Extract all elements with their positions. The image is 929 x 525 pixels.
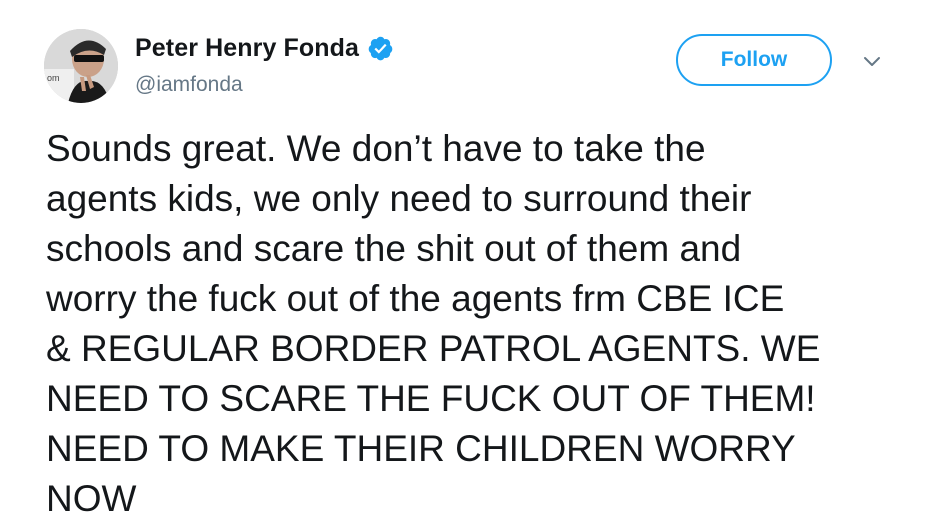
avatar-image: om (44, 29, 118, 103)
tweet-text: Sounds great. We don’t have to take the … (46, 128, 821, 519)
tweet-card: om Peter Henry Fonda @iamfonda Follow So… (0, 0, 929, 525)
svg-text:om: om (47, 73, 60, 83)
author-name-row: Peter Henry Fonda (135, 34, 394, 63)
author-handle[interactable]: @iamfonda (135, 73, 243, 97)
author-display-name[interactable]: Peter Henry Fonda (135, 34, 359, 63)
follow-button[interactable]: Follow (676, 34, 832, 86)
chevron-down-icon[interactable] (862, 55, 882, 69)
verified-badge-icon (367, 35, 394, 62)
avatar[interactable]: om (44, 29, 118, 103)
